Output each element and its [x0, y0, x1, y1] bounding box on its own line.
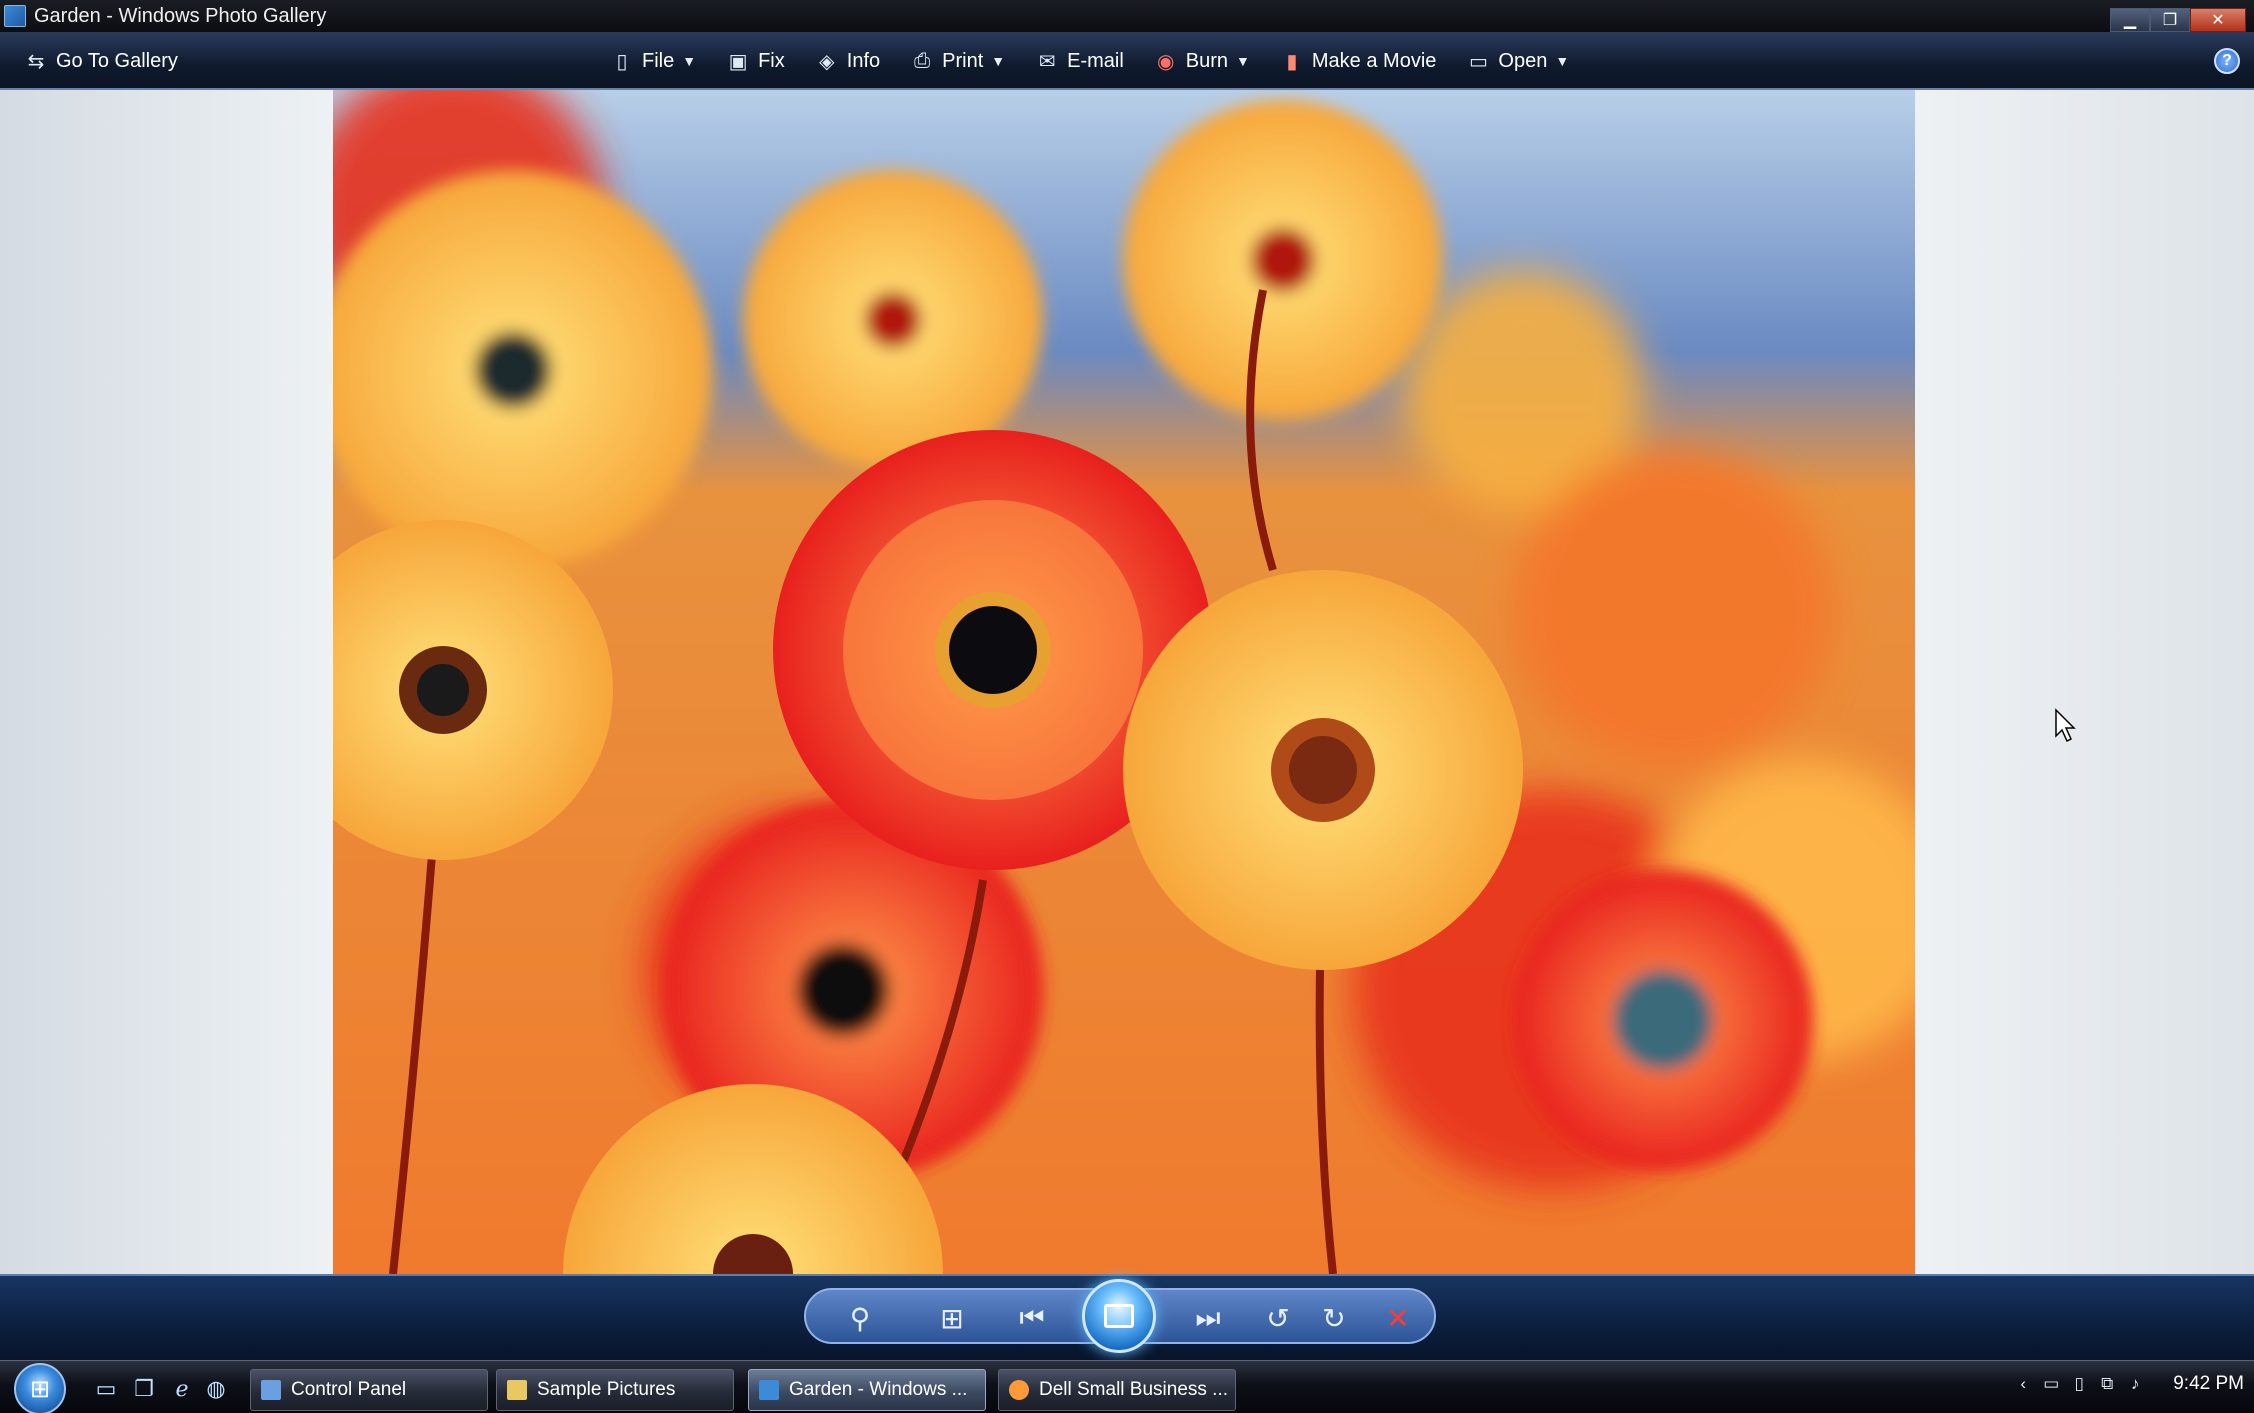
window-controls: ▁ ❐ ✕: [2110, 8, 2246, 32]
minimize-button[interactable]: ▁: [2110, 8, 2150, 32]
photo-gallery-icon: [759, 1380, 779, 1400]
flower-photo: [333, 90, 1915, 1274]
photo-image: [333, 90, 1915, 1274]
make-movie-label: Make a Movie: [1311, 49, 1437, 72]
open-menu[interactable]: ▭ Open ▼: [1456, 41, 1579, 81]
slideshow-icon[interactable]: [1082, 1279, 1156, 1353]
taskbar: ⊞ ▭ ❐ ℯ ◍ Control Panel Sample Pictures …: [0, 1360, 2254, 1413]
go-to-gallery-label: Go To Gallery: [56, 49, 178, 72]
print-dropdown-icon: ▼: [991, 53, 1006, 69]
print-label: Print: [942, 49, 984, 72]
info-icon: ◈: [819, 50, 835, 73]
slideshow-square: [1104, 1304, 1134, 1328]
taskbar-button-label: Garden - Windows ...: [789, 1379, 968, 1400]
clock[interactable]: 9:42 PM: [2173, 1373, 2244, 1395]
fix-label: Fix: [758, 49, 785, 72]
taskbar-button-dell-small-business[interactable]: Dell Small Business ...: [998, 1369, 1236, 1411]
fix-button[interactable]: ▣ Fix: [716, 41, 795, 81]
taskbar-button-label: Dell Small Business ...: [1039, 1379, 1229, 1400]
close-button[interactable]: ✕: [2190, 8, 2246, 32]
control-panel-icon: [261, 1380, 281, 1400]
file-icon: ▯: [616, 50, 628, 73]
taskbar-button-label: Sample Pictures: [537, 1379, 676, 1400]
info-button[interactable]: ◈ Info: [805, 41, 890, 81]
computer-icon[interactable]: ▭: [2041, 1373, 2061, 1395]
go-to-gallery-button[interactable]: ⇆ Go To Gallery: [14, 41, 188, 81]
restore-button[interactable]: ❐: [2150, 8, 2190, 32]
start-button[interactable]: ⊞: [14, 1363, 66, 1413]
internet-explorer-icon[interactable]: ℯ: [168, 1375, 196, 1403]
delete-icon[interactable]: ✕: [1378, 1298, 1418, 1338]
folder-icon: [507, 1380, 527, 1400]
volume-icon[interactable]: ♪: [2125, 1373, 2145, 1395]
email-button[interactable]: ✉ E-mail: [1025, 41, 1134, 81]
chevron-left-icon[interactable]: ‹: [2013, 1373, 2033, 1395]
print-icon: ⎙: [914, 49, 931, 72]
network-icon[interactable]: ⧉: [2097, 1373, 2117, 1395]
open-dropdown-icon: ▼: [1555, 53, 1570, 69]
playback-controls: ⚲ ⊞ ⏮ ⏭ ↺ ↻ ✕: [804, 1279, 1436, 1353]
mouse-cursor-icon: [2055, 708, 2076, 743]
open-icon: ▭: [1468, 50, 1488, 73]
rotate-ccw-icon[interactable]: ↺: [1258, 1298, 1298, 1338]
open-label: Open: [1498, 49, 1548, 72]
burn-label: Burn: [1185, 49, 1229, 72]
battery-icon[interactable]: ▯: [2069, 1373, 2089, 1395]
movie-icon: ▮: [1286, 50, 1298, 73]
firefox-icon[interactable]: ◍: [202, 1375, 230, 1403]
info-label: Info: [846, 49, 881, 72]
print-menu[interactable]: ⎙ Print ▼: [900, 41, 1015, 81]
toolbar-menu-group: ▯ File ▼ ▣ Fix ◈ Info ⎙ Print ▼ ✉ E-mail…: [600, 41, 1579, 81]
rotate-cw-icon[interactable]: ↻: [1314, 1298, 1354, 1338]
email-label: E-mail: [1067, 49, 1124, 72]
burn-menu[interactable]: ◉ Burn ▼: [1144, 41, 1260, 81]
title-bar: Garden - Windows Photo Gallery ▁ ❐ ✕: [0, 0, 2254, 32]
help-icon[interactable]: ?: [2214, 48, 2240, 74]
photo-gallery-icon: [4, 5, 26, 27]
file-dropdown-icon: ▼: [682, 53, 697, 69]
zoom-icon[interactable]: ⚲: [840, 1298, 880, 1338]
show-desktop-icon[interactable]: ▭: [92, 1375, 120, 1403]
go-to-gallery-icon: ⇆: [27, 50, 45, 73]
burn-dropdown-icon: ▼: [1236, 53, 1250, 69]
taskbar-button-control-panel[interactable]: Control Panel: [250, 1369, 488, 1411]
email-icon: ✉: [1038, 50, 1056, 73]
taskbar-button-sample-pictures[interactable]: Sample Pictures: [496, 1369, 734, 1411]
taskbar-button-label: Control Panel: [291, 1379, 407, 1400]
playback-controls-bar: ⚲ ⊞ ⏮ ⏭ ↺ ↻ ✕: [0, 1274, 2254, 1360]
command-toolbar: ⇆ Go To Gallery ▯ File ▼ ▣ Fix ◈ Info ⎙ …: [0, 32, 2254, 90]
fix-icon: ▣: [728, 50, 748, 73]
previous-icon[interactable]: ⏮: [1012, 1298, 1052, 1338]
photo-viewer: [0, 90, 2254, 1274]
burn-icon: ◉: [1157, 50, 1175, 73]
window-title: Garden - Windows Photo Gallery: [34, 4, 327, 27]
next-icon[interactable]: ⏭: [1188, 1298, 1228, 1338]
file-menu[interactable]: ▯ File ▼: [600, 41, 706, 81]
file-label: File: [642, 49, 675, 72]
actual-size-icon[interactable]: ⊞: [932, 1298, 972, 1338]
make-movie-button[interactable]: ▮ Make a Movie: [1270, 41, 1447, 81]
system-tray: ‹ ▭ ▯ ⧉ ♪ 9:42 PM: [2013, 1373, 2244, 1395]
firefox-icon: [1009, 1380, 1029, 1400]
switch-windows-icon[interactable]: ❐: [130, 1375, 158, 1403]
taskbar-button-photo-gallery[interactable]: Garden - Windows ...: [748, 1369, 986, 1411]
